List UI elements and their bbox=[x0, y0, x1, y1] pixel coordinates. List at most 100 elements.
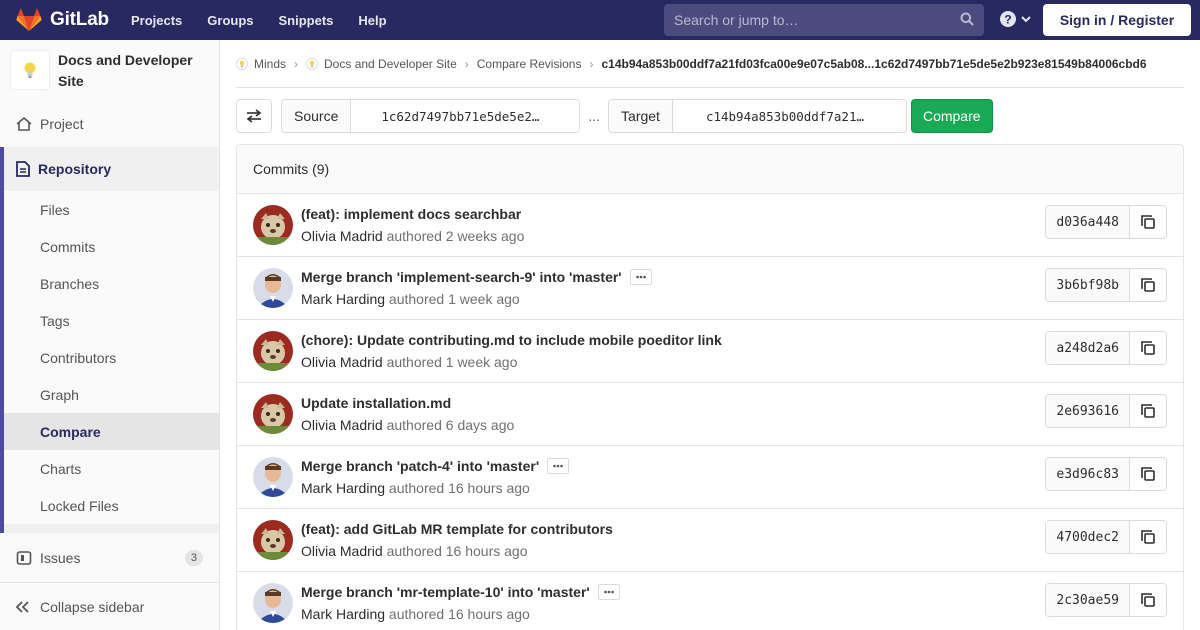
collapse-label: Collapse sidebar bbox=[40, 598, 145, 615]
commit-author[interactable]: Olivia Madrid bbox=[301, 417, 383, 433]
sidebar-item-branches[interactable]: Branches bbox=[4, 265, 219, 302]
breadcrumb: Minds › Docs and Developer Site › Compar… bbox=[236, 40, 1184, 88]
copy-sha-button[interactable] bbox=[1130, 584, 1166, 616]
commit-sha[interactable]: 2e693616 bbox=[1046, 395, 1130, 427]
commit-sha-group: 4700dec2 bbox=[1045, 520, 1167, 554]
copy-sha-button[interactable] bbox=[1130, 332, 1166, 364]
sidebar-item-compare[interactable]: Compare bbox=[4, 413, 219, 450]
commit-author[interactable]: Mark Harding bbox=[301, 291, 385, 307]
breadcrumb-group[interactable]: Minds bbox=[236, 57, 286, 71]
authored-label: authored bbox=[388, 480, 449, 496]
commit-author[interactable]: Mark Harding bbox=[301, 606, 385, 622]
sidebar-item-tags[interactable]: Tags bbox=[4, 302, 219, 339]
commit-rows: (feat): implement docs searchbar Olivia … bbox=[237, 194, 1183, 630]
help-dropdown[interactable]: ? bbox=[1000, 11, 1032, 27]
commit-title[interactable]: Update installation.md bbox=[301, 395, 451, 411]
source-revision-selector[interactable]: Source 1c62d7497bb71e5de5e2… bbox=[281, 99, 581, 133]
target-revision-value[interactable]: c14b94a853b00ddf7a21… bbox=[672, 100, 906, 132]
copy-icon bbox=[1141, 278, 1155, 292]
commit-sha[interactable]: d036a448 bbox=[1046, 206, 1130, 238]
copy-sha-button[interactable] bbox=[1130, 521, 1166, 553]
copy-icon bbox=[1141, 215, 1155, 229]
breadcrumb-separator: › bbox=[294, 56, 299, 71]
commit-sha[interactable]: a248d2a6 bbox=[1046, 332, 1130, 364]
author-avatar[interactable] bbox=[253, 520, 293, 560]
commit-title[interactable]: (feat): add GitLab MR template for contr… bbox=[301, 521, 613, 537]
compare-button[interactable]: Compare bbox=[910, 99, 993, 133]
author-avatar[interactable] bbox=[253, 268, 293, 308]
commit-sha[interactable]: e3d96c83 bbox=[1046, 458, 1130, 490]
document-icon bbox=[16, 161, 30, 177]
commit-time: 6 days ago bbox=[445, 417, 515, 433]
swap-revisions-button[interactable] bbox=[236, 99, 272, 133]
commit-title[interactable]: Merge branch 'mr-template-10' into 'mast… bbox=[301, 584, 590, 600]
sidebar-item-locked-files[interactable]: Locked Files bbox=[4, 487, 219, 524]
commit-time: 1 week ago bbox=[445, 354, 518, 370]
author-avatar[interactable] bbox=[253, 394, 293, 434]
nav-projects[interactable]: Projects bbox=[131, 13, 182, 28]
sidebar-item-graph[interactable]: Graph bbox=[4, 376, 219, 413]
collapse-sidebar-button[interactable]: Collapse sidebar bbox=[0, 582, 219, 630]
commit-author[interactable]: Olivia Madrid bbox=[301, 354, 383, 370]
copy-sha-button[interactable] bbox=[1130, 206, 1166, 238]
sidebar-item-charts[interactable]: Charts bbox=[4, 450, 219, 487]
breadcrumb-current[interactable]: c14b94a853b00ddf7a21fd03fca00e9e07c5ab08… bbox=[601, 57, 1146, 71]
copy-icon bbox=[1141, 593, 1155, 607]
sign-in-button[interactable]: Sign in / Register bbox=[1043, 4, 1191, 36]
commit-title[interactable]: (feat): implement docs searchbar bbox=[301, 206, 521, 222]
compare-form: Source 1c62d7497bb71e5de5e2… ... Target … bbox=[236, 99, 993, 133]
commit-title[interactable]: Merge branch 'patch-4' into 'master' bbox=[301, 458, 539, 474]
nav-help[interactable]: Help bbox=[358, 13, 386, 28]
avatar-image bbox=[253, 205, 293, 245]
copy-sha-button[interactable] bbox=[1130, 395, 1166, 427]
target-revision-selector[interactable]: Target c14b94a853b00ddf7a21… bbox=[608, 99, 907, 133]
copy-sha-button[interactable] bbox=[1130, 458, 1166, 490]
commit-sha[interactable]: 4700dec2 bbox=[1046, 521, 1130, 553]
commit-sha[interactable]: 3b6bf98b bbox=[1046, 269, 1130, 301]
commit-sha-group: 3b6bf98b bbox=[1045, 268, 1167, 302]
copy-sha-button[interactable] bbox=[1130, 269, 1166, 301]
breadcrumb-group-label: Minds bbox=[254, 56, 287, 71]
source-revision-value[interactable]: 1c62d7497bb71e5de5e2… bbox=[351, 100, 580, 132]
toggle-description-button[interactable] bbox=[597, 584, 620, 600]
commit-sha[interactable]: 2c30ae59 bbox=[1046, 584, 1130, 616]
sidebar-item-commits[interactable]: Commits bbox=[4, 228, 219, 265]
authored-label: authored bbox=[386, 228, 446, 244]
project-header[interactable]: Docs and Developer Site bbox=[0, 40, 219, 102]
commit-meta: Olivia Madrid authored 1 week ago bbox=[301, 354, 517, 370]
sidebar-item-project[interactable]: Project bbox=[0, 102, 219, 146]
authored-label: authored bbox=[388, 291, 449, 307]
commit-time: 16 hours ago bbox=[445, 543, 528, 559]
author-avatar[interactable] bbox=[253, 331, 293, 371]
commit-author[interactable]: Olivia Madrid bbox=[301, 543, 383, 559]
breadcrumb-project[interactable]: Docs and Developer Site bbox=[306, 57, 457, 71]
breadcrumb-section[interactable]: Compare Revisions bbox=[477, 57, 582, 71]
sidebar-item-repository[interactable]: Repository bbox=[4, 147, 219, 191]
commit-title[interactable]: (chore): Update contributing.md to inclu… bbox=[301, 332, 722, 348]
commit-author[interactable]: Mark Harding bbox=[301, 480, 385, 496]
source-label: Source bbox=[282, 100, 352, 132]
author-avatar[interactable] bbox=[253, 205, 293, 245]
sidebar: Docs and Developer Site Project Reposito… bbox=[0, 40, 220, 630]
gitlab-logo-icon bbox=[16, 8, 42, 31]
gitlab-logo[interactable]: GitLab bbox=[16, 8, 109, 32]
collapse-icon bbox=[16, 600, 30, 613]
commit-title[interactable]: Merge branch 'implement-search-9' into '… bbox=[301, 269, 622, 285]
toggle-description-button[interactable] bbox=[547, 458, 570, 474]
commit-sha-group: 2c30ae59 bbox=[1045, 583, 1167, 617]
commit-author[interactable]: Olivia Madrid bbox=[301, 228, 383, 244]
nav-groups[interactable]: Groups bbox=[207, 13, 253, 28]
sidebar-item-files[interactable]: Files bbox=[4, 191, 219, 228]
commit-title-wrap: (feat): implement docs searchbar bbox=[301, 206, 521, 222]
project-avatar bbox=[10, 50, 50, 90]
toggle-description-button[interactable] bbox=[629, 269, 652, 285]
sidebar-item-issues[interactable]: Issues 3 bbox=[0, 536, 219, 580]
sidebar-item-contributors[interactable]: Contributors bbox=[4, 339, 219, 376]
issues-count-badge: 3 bbox=[184, 550, 203, 566]
nav-snippets[interactable]: Snippets bbox=[279, 13, 334, 28]
author-avatar[interactable] bbox=[253, 457, 293, 497]
search-input[interactable]: Search or jump to… bbox=[664, 4, 984, 36]
commit-title-wrap: (feat): add GitLab MR template for contr… bbox=[301, 521, 613, 537]
author-avatar[interactable] bbox=[253, 583, 293, 623]
ellipsis-icon bbox=[635, 275, 646, 279]
